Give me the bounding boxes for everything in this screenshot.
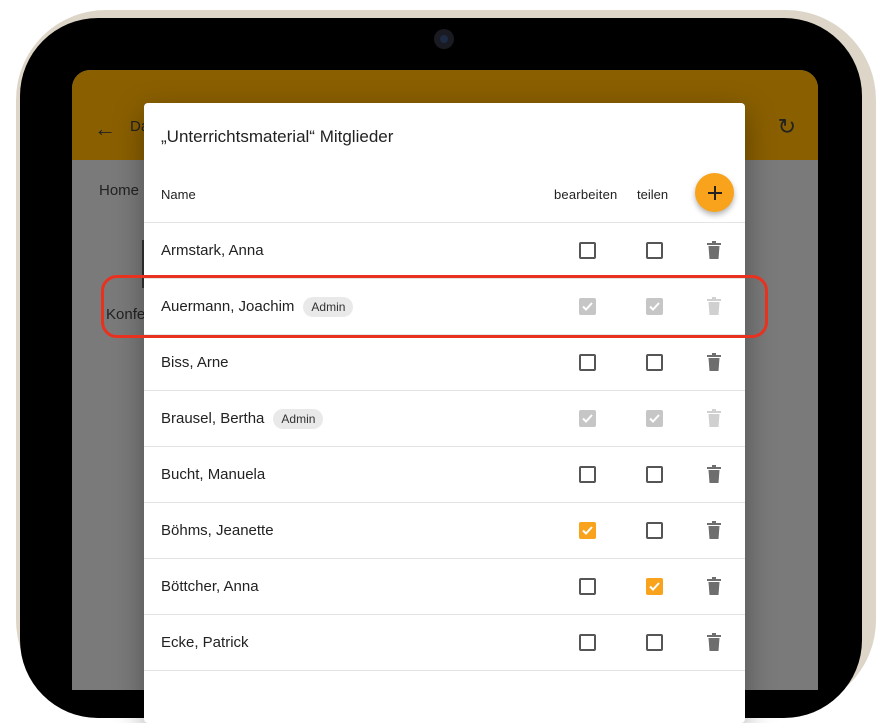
column-header-edit: bearbeiten xyxy=(554,187,618,202)
edit-checkbox[interactable] xyxy=(579,466,596,483)
table-row: Böttcher, Anna xyxy=(144,559,745,615)
member-name-cell: Böttcher, Anna xyxy=(161,559,259,614)
breadcrumb-home[interactable]: Home xyxy=(99,182,139,199)
dialog-title: „Unterrichtsmaterial“ Mitglieder xyxy=(161,127,394,146)
member-name: Biss, Arne xyxy=(161,354,229,371)
edit-checkbox[interactable] xyxy=(579,634,596,651)
trash-icon[interactable] xyxy=(707,521,721,539)
camera-icon xyxy=(434,29,454,49)
edit-checkbox xyxy=(579,410,596,427)
share-checkbox[interactable] xyxy=(646,578,663,595)
member-name: Armstark, Anna xyxy=(161,242,264,259)
table-row: Ecke, Patrick xyxy=(144,615,745,671)
table-row: Bucht, Manuela xyxy=(144,447,745,503)
arrow-left-icon[interactable]: ← xyxy=(94,116,116,142)
admin-badge: Admin xyxy=(273,408,324,429)
member-name-cell: Böhms, Jeanette xyxy=(161,503,274,558)
highlight-annotation xyxy=(101,275,768,338)
refresh-icon[interactable]: ↻ xyxy=(778,114,796,140)
column-header-share: teilen xyxy=(637,187,669,202)
table-row: Biss, Arne xyxy=(144,335,745,391)
share-checkbox[interactable] xyxy=(646,354,663,371)
share-checkbox[interactable] xyxy=(646,242,663,259)
member-name-cell: Ecke, Patrick xyxy=(161,615,249,670)
trash-icon[interactable] xyxy=(707,465,721,483)
share-checkbox[interactable] xyxy=(646,634,663,651)
member-name-cell: Bucht, Manuela xyxy=(161,447,265,502)
member-name: Brausel, Bertha xyxy=(161,410,265,427)
members-dialog: „Unterrichtsmaterial“ Mitglieder Name be… xyxy=(144,103,745,723)
table-row: Armstark, Anna xyxy=(144,223,745,279)
member-name: Böttcher, Anna xyxy=(161,578,259,595)
edit-checkbox[interactable] xyxy=(579,578,596,595)
column-header-name: Name xyxy=(161,187,196,202)
trash-icon[interactable] xyxy=(707,633,721,651)
trash-icon[interactable] xyxy=(707,577,721,595)
share-checkbox[interactable] xyxy=(646,466,663,483)
table-row: Böhms, Jeanette xyxy=(144,503,745,559)
trash-icon xyxy=(707,409,721,427)
share-checkbox[interactable] xyxy=(646,522,663,539)
add-member-button[interactable] xyxy=(695,173,734,212)
member-name-cell: Brausel, Bertha Admin xyxy=(161,391,324,446)
trash-icon[interactable] xyxy=(707,353,721,371)
edit-checkbox[interactable] xyxy=(579,522,596,539)
table-row: Brausel, Bertha Admin xyxy=(144,391,745,447)
edit-checkbox[interactable] xyxy=(579,242,596,259)
edit-checkbox[interactable] xyxy=(579,354,596,371)
member-name-cell: Biss, Arne xyxy=(161,335,229,390)
member-name: Böhms, Jeanette xyxy=(161,522,274,539)
trash-icon[interactable] xyxy=(707,241,721,259)
member-name: Ecke, Patrick xyxy=(161,634,249,651)
member-name: Bucht, Manuela xyxy=(161,466,266,483)
share-checkbox xyxy=(646,410,663,427)
member-name-cell: Armstark, Anna xyxy=(161,223,264,278)
plus-icon xyxy=(707,185,722,200)
